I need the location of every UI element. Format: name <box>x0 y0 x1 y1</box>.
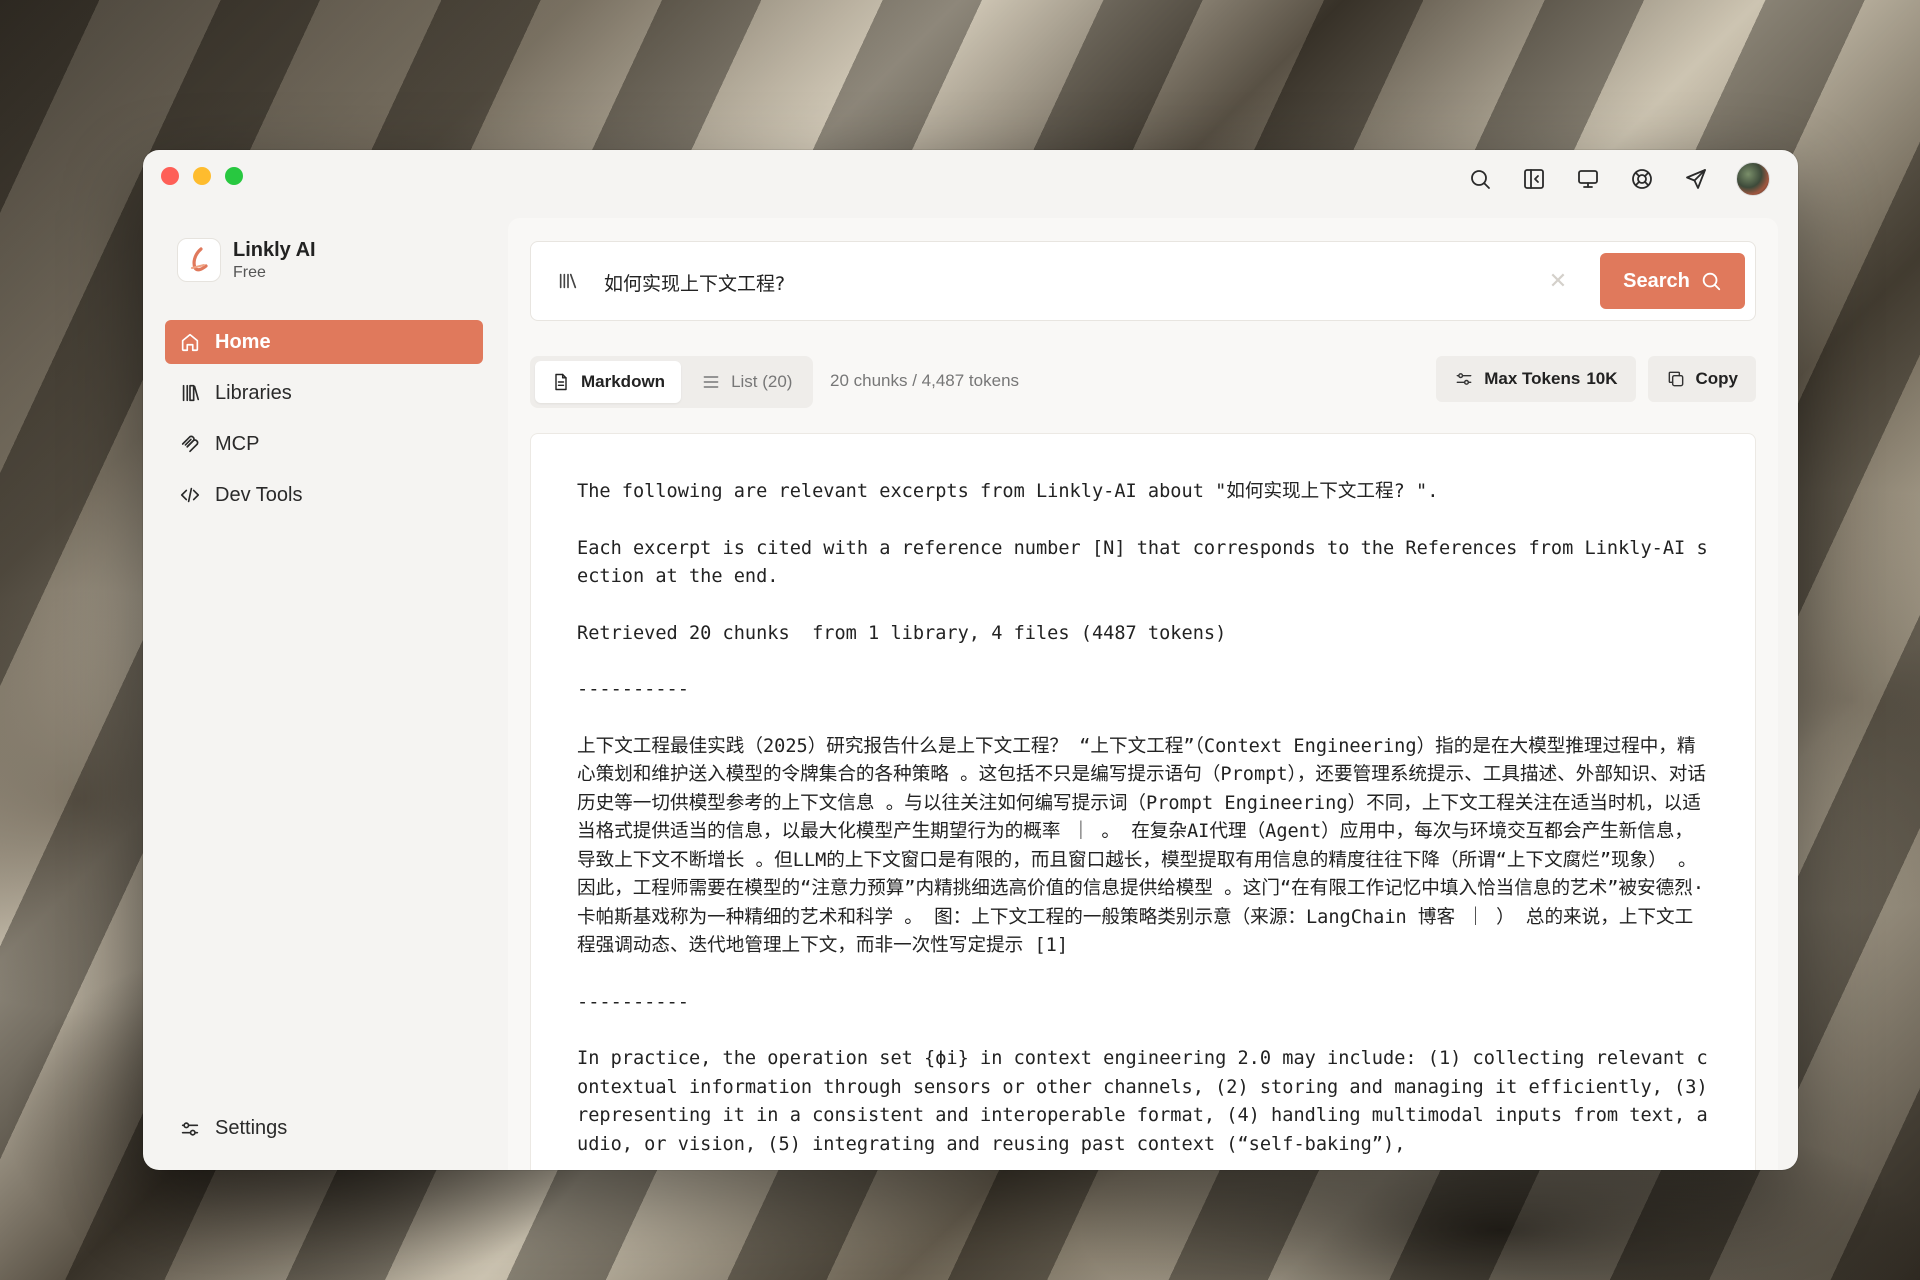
titlebar-toolbar <box>1466 162 1770 196</box>
app-window: Linkly AI Free Home Libraries MCP Dev To… <box>143 150 1798 1170</box>
sidebar-nav: Home Libraries MCP Dev Tools <box>165 320 483 524</box>
copy-button[interactable]: Copy <box>1647 356 1756 402</box>
tab-label: List (20) <box>731 372 793 391</box>
copy-label: Copy <box>1695 369 1739 388</box>
sidebar-item-home[interactable]: Home <box>165 320 483 364</box>
settings-label: Settings <box>215 1117 288 1139</box>
search-icon[interactable] <box>1466 165 1494 193</box>
tab-markdown[interactable]: Markdown <box>535 361 682 403</box>
markdown-result-text: The following are relevant excerpts from… <box>531 434 1755 1159</box>
monitor-icon[interactable] <box>1574 165 1602 193</box>
sidebar-item-dev-tools[interactable]: Dev Tools <box>165 473 483 517</box>
main-panel: ✕ Search Markdown List (20) 20 chunks / … <box>508 218 1778 1170</box>
help-icon[interactable] <box>1628 165 1656 193</box>
tab-list[interactable]: List (20) <box>685 361 808 403</box>
plan-label: Free <box>233 263 266 281</box>
result-paragraph: In practice, the operation set {ϕi} in c… <box>577 1048 1719 1155</box>
result-paragraph: 上下文工程最佳实践（2025）研究报告什么是上下文工程？ “上下文工程”（Con… <box>577 735 1706 957</box>
mcp-icon <box>181 435 199 453</box>
separator: ---------- <box>577 991 689 1013</box>
tab-label: Markdown <box>581 372 666 391</box>
code-icon <box>180 487 200 503</box>
search-button-label: Search <box>1623 269 1690 292</box>
sidebar-item-libraries[interactable]: Libraries <box>165 371 483 415</box>
library-scope-icon[interactable] <box>557 270 579 292</box>
brand: Linkly AI Free <box>177 238 316 282</box>
brand-name: Linkly AI <box>233 238 316 261</box>
search-button[interactable]: Search <box>1600 253 1745 309</box>
view-toggle: Markdown List (20) <box>530 356 814 408</box>
copy-icon <box>1668 371 1683 387</box>
result-paragraph: The following are relevant excerpts from… <box>577 481 1439 502</box>
user-avatar[interactable] <box>1736 162 1770 196</box>
result-paragraph: Each excerpt is cited with a reference n… <box>577 537 1708 588</box>
sidebar-item-label: Dev Tools <box>215 483 303 506</box>
results-stats: 20 chunks / 4,487 tokens <box>830 371 1020 390</box>
send-icon[interactable] <box>1682 165 1710 193</box>
sidebar-collapse-icon[interactable] <box>1520 165 1548 193</box>
brand-logo-icon <box>177 238 221 282</box>
maximize-window-button[interactable] <box>225 167 243 185</box>
minimize-window-button[interactable] <box>193 167 211 185</box>
sidebar-item-mcp[interactable]: MCP <box>165 422 483 466</box>
sliders-icon <box>1456 373 1472 385</box>
result-paragraph: Retrieved 20 chunks from 1 library, 4 fi… <box>577 622 1227 644</box>
document-icon <box>555 373 567 391</box>
sidebar-item-label: Libraries <box>215 381 292 404</box>
settings-sliders-icon <box>181 1121 199 1136</box>
home-icon <box>181 333 199 352</box>
markdown-result-panel[interactable]: The following are relevant excerpts from… <box>530 433 1756 1170</box>
settings-button[interactable]: Settings <box>179 1117 287 1140</box>
library-icon <box>182 384 200 402</box>
sidebar-item-label: MCP <box>215 432 260 455</box>
max-tokens-button[interactable]: Max Tokens 10K <box>1436 356 1636 402</box>
separator: ---------- <box>577 679 689 700</box>
search-icon <box>1702 272 1721 291</box>
window-controls <box>161 167 243 185</box>
search-bar: ✕ Search <box>530 241 1756 321</box>
toolbar-actions: Max Tokens 10K Copy <box>1436 356 1756 402</box>
sidebar: Linkly AI Free Home Libraries MCP Dev To… <box>143 210 505 1170</box>
clear-search-icon[interactable]: ✕ <box>1547 270 1569 292</box>
search-input[interactable] <box>604 260 1484 304</box>
max-tokens-label: Max Tokens <box>1484 369 1581 388</box>
sidebar-item-label: Home <box>215 330 271 353</box>
results-toolbar: Markdown List (20) 20 chunks / 4,487 tok… <box>530 356 1756 408</box>
close-window-button[interactable] <box>161 167 179 185</box>
max-tokens-value: 10K <box>1586 369 1618 388</box>
list-icon <box>703 376 719 388</box>
